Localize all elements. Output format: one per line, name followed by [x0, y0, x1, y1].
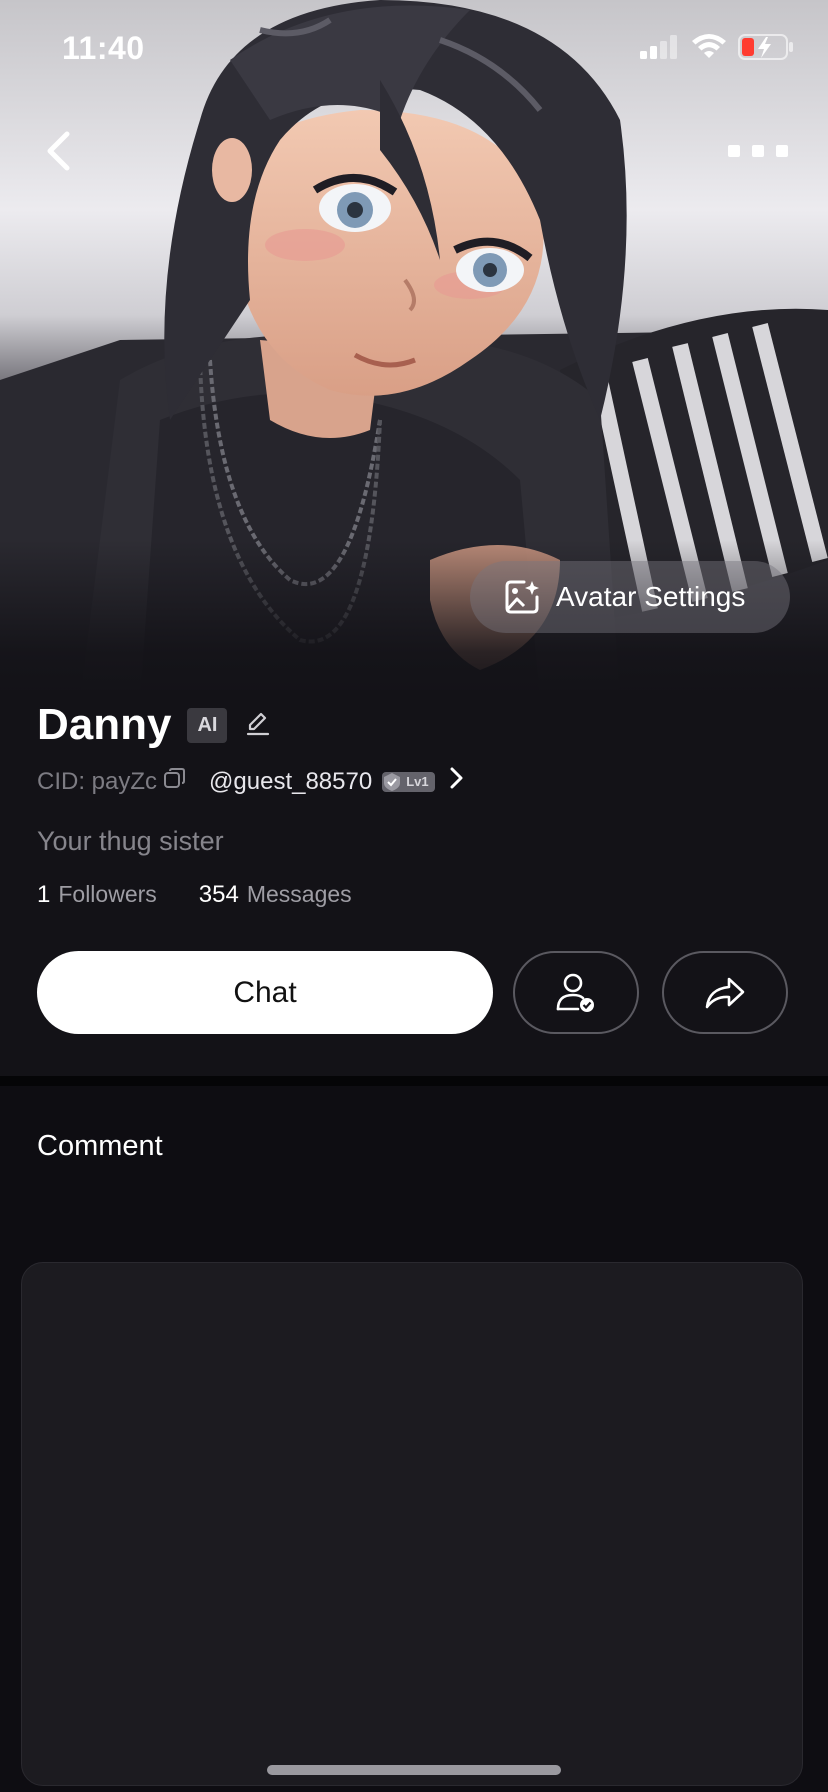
followers-label: Followers — [58, 881, 157, 907]
status-time: 11:40 — [62, 30, 145, 66]
more-dot — [728, 145, 740, 157]
cellular-signal-icon — [640, 35, 677, 59]
share-arrow-icon — [705, 977, 745, 1008]
character-name: Danny — [37, 700, 172, 749]
avatar-settings-label: Avatar Settings — [556, 581, 746, 612]
cid-label: CID: payZc — [37, 767, 158, 795]
user-check-icon — [556, 973, 594, 1012]
pencil-icon — [247, 712, 270, 735]
more-options-button[interactable] — [728, 134, 788, 168]
more-dot — [752, 145, 764, 157]
profile-info: Danny AI CID: payZc @guest_88570 Lv1 You… — [0, 690, 828, 1080]
copy-button[interactable] — [163, 766, 187, 797]
image-sparkle-icon — [505, 580, 539, 614]
name-row: Danny AI — [37, 700, 271, 750]
wifi-icon — [692, 34, 726, 58]
chevron-left-icon — [47, 131, 70, 171]
followers-count: 1 — [37, 881, 51, 908]
level-label: Lv1 — [406, 774, 429, 789]
chat-button[interactable]: Chat — [37, 951, 493, 1034]
verified-badge-icon — [384, 772, 401, 791]
character-bio: Your thug sister — [37, 826, 224, 856]
follow-button[interactable] — [513, 951, 639, 1034]
level-badge: Lv1 — [382, 771, 435, 792]
more-dot — [776, 145, 788, 157]
creator-profile-link[interactable] — [449, 767, 463, 796]
home-indicator[interactable] — [267, 1765, 561, 1775]
comment-section: Comment — [0, 1086, 828, 1792]
meta-row: CID: payZc @guest_88570 Lv1 — [37, 766, 463, 797]
messages-count: 354 — [198, 881, 239, 908]
section-divider — [0, 1076, 828, 1086]
chevron-right-icon — [450, 767, 463, 789]
back-button[interactable] — [36, 124, 80, 178]
messages-label: Messages — [246, 881, 352, 907]
avatar-hero: 11:40 Avatar Settings — [0, 0, 828, 700]
copy-icon — [164, 768, 186, 788]
ai-badge: AI — [187, 707, 228, 743]
stats-row: 1 Followers 354 Messages — [37, 881, 352, 909]
comment-box[interactable] — [21, 1262, 803, 1786]
creator-handle[interactable]: @guest_88570 — [209, 768, 372, 796]
edit-button[interactable] — [245, 710, 271, 741]
battery-icon — [738, 34, 793, 60]
status-icons — [640, 34, 794, 60]
share-button[interactable] — [662, 951, 788, 1034]
comment-title: Comment — [37, 1130, 163, 1162]
avatar-settings-button[interactable]: Avatar Settings — [470, 561, 790, 633]
